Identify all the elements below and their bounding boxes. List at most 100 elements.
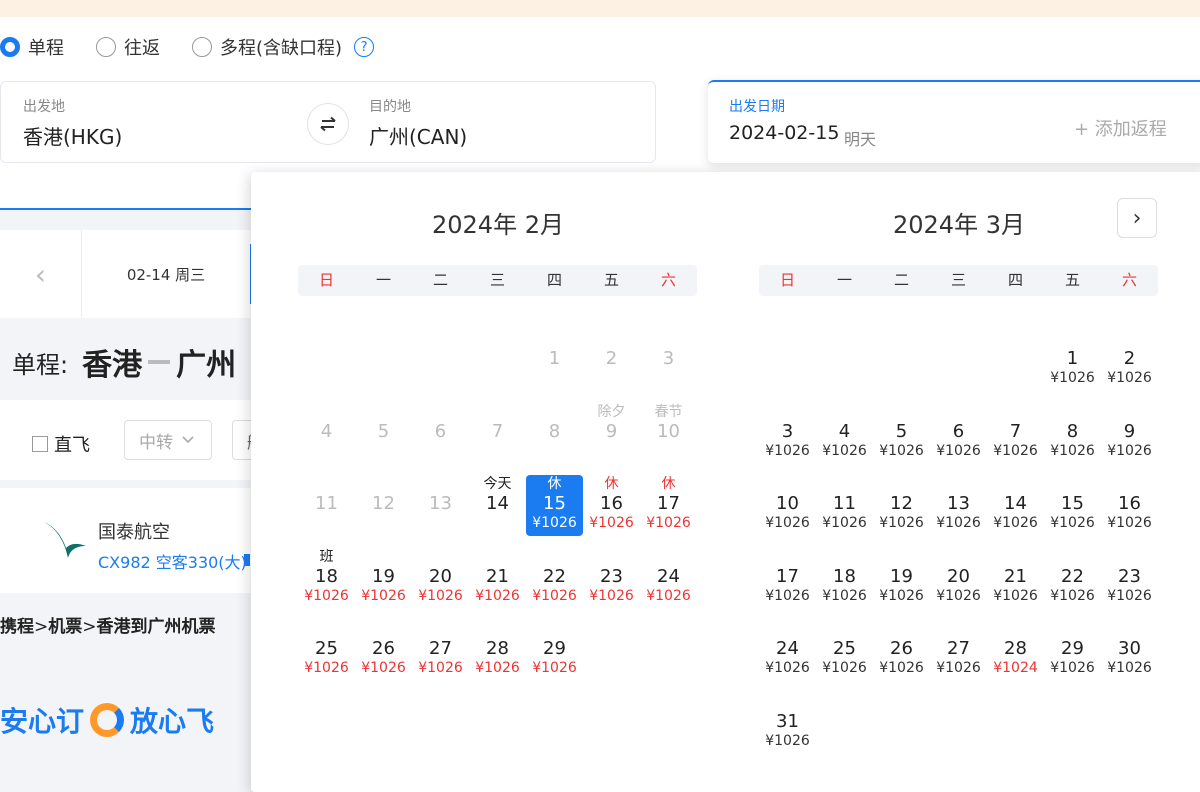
calendar-day[interactable]: 25 ¥1026 (816, 620, 873, 686)
calendar-day: 13 (412, 475, 469, 541)
calendar-day: 除夕 9 (583, 403, 640, 469)
calendar-day[interactable]: 25 ¥1026 (298, 620, 355, 686)
calendar-day[interactable]: 24 ¥1026 (759, 620, 816, 686)
date-strip: ‹ 02-14 周三 (0, 230, 252, 318)
calendar-day[interactable]: 17 ¥1026 (759, 548, 816, 614)
day-price: ¥1026 (879, 442, 924, 459)
calendar-day[interactable]: 19 ¥1026 (355, 548, 412, 614)
calendar-day[interactable]: 29 ¥1026 (526, 620, 583, 686)
calendar-day[interactable]: 22 ¥1026 (526, 548, 583, 614)
day-price: ¥1026 (1050, 442, 1095, 459)
destination-field[interactable]: 目的地 广州(CAN) (351, 82, 651, 162)
calendar-day[interactable]: 2 ¥1026 (1101, 330, 1158, 396)
radio-selected-icon (0, 37, 20, 57)
breadcrumb-current: 香港到广州机票 (96, 617, 216, 637)
calendar-day[interactable]: 1 ¥1026 (1044, 330, 1101, 396)
chevron-right-icon: › (1132, 205, 1142, 231)
day-number: 22 (543, 565, 566, 587)
calendar-day[interactable]: 今天 14 (469, 475, 526, 541)
calendar-day[interactable]: 20 ¥1026 (412, 548, 469, 614)
add-return-button[interactable]: + 添加返程 (1074, 115, 1167, 141)
day-price: ¥1026 (993, 515, 1038, 531)
calendar-day[interactable]: 10 ¥1026 (759, 475, 816, 541)
departure-date-field[interactable]: 出发日期 2024-02-15 明天 + 添加返程 (708, 80, 1200, 163)
radio-icon (96, 37, 116, 57)
day-note: 除夕 (597, 403, 626, 420)
calendar-day[interactable]: 14 ¥1026 (987, 475, 1044, 541)
breadcrumb-home[interactable]: 携程 (0, 617, 34, 637)
day-number: 20 (429, 565, 452, 587)
calendar-day[interactable]: 30 ¥1026 (1101, 620, 1158, 686)
calendar-day[interactable]: 9 ¥1026 (1101, 403, 1158, 469)
breadcrumb-flights[interactable]: 机票 (48, 617, 82, 637)
calendar-day[interactable]: 26 ¥1026 (355, 620, 412, 686)
day-price: ¥1026 (1107, 660, 1152, 676)
calendar-day[interactable]: 8 ¥1026 (1044, 403, 1101, 469)
day-price: ¥1026 (589, 587, 634, 604)
prev-date-button[interactable]: ‹ (0, 230, 82, 318)
day-price: ¥1026 (1050, 587, 1095, 604)
calendar-day[interactable]: 19 ¥1026 (873, 548, 930, 614)
calendar-day: 3 (640, 330, 697, 396)
calendar-day[interactable]: 班 18 ¥1026 (298, 548, 355, 614)
swap-button[interactable] (307, 103, 349, 145)
destination-value: 广州(CAN) (369, 125, 468, 149)
calendar-day[interactable]: 休 16 ¥1026 (583, 475, 640, 541)
day-price: ¥1026 (765, 587, 810, 604)
calendar-day[interactable]: 28 ¥1024 (987, 620, 1044, 686)
calendar-day[interactable]: 18 ¥1026 (816, 548, 873, 614)
day-number: 24 (657, 565, 680, 587)
day-price: ¥1026 (532, 660, 577, 676)
breadcrumb-separator: > (34, 617, 49, 637)
direct-only-checkbox[interactable]: 直飞 (32, 431, 90, 457)
calendar-day[interactable]: 24 ¥1026 (640, 548, 697, 614)
calendar-day[interactable]: 29 ¥1026 (1044, 620, 1101, 686)
transfer-dropdown[interactable]: 中转 (124, 420, 212, 460)
trip-type-roundtrip[interactable]: 往返 (96, 34, 160, 60)
route-title-prefix: 单程: (12, 350, 69, 379)
calendar-day[interactable]: 27 ¥1026 (412, 620, 469, 686)
day-number: 8 (1066, 420, 1079, 442)
calendar-day[interactable]: 23 ¥1026 (583, 548, 640, 614)
calendar-day[interactable]: 7 ¥1026 (987, 403, 1044, 469)
calendar-day[interactable]: 27 ¥1026 (930, 620, 987, 686)
origin-field[interactable]: 出发地 香港(HKG) (1, 82, 301, 162)
calendar-day[interactable]: 15 ¥1026 (1044, 475, 1101, 541)
calendar-day[interactable]: 26 ¥1026 (873, 620, 930, 686)
day-price: ¥1024 (993, 660, 1038, 676)
day-price: ¥1026 (1050, 515, 1095, 531)
day-number: 25 (315, 638, 338, 659)
next-month-button[interactable]: › (1117, 198, 1157, 238)
calendar-day[interactable]: 4 ¥1026 (816, 403, 873, 469)
calendar-day[interactable]: 16 ¥1026 (1101, 475, 1158, 541)
calendar-day[interactable]: 12 ¥1026 (873, 475, 930, 541)
day-number: 15 (1061, 493, 1084, 514)
weekday-label: 五 (1064, 271, 1080, 289)
calendar-day[interactable]: 3 ¥1026 (759, 403, 816, 469)
calendar-day[interactable]: 13 ¥1026 (930, 475, 987, 541)
weekday-header: 日一二三四五六 (298, 265, 697, 296)
day-number: 29 (1061, 638, 1084, 659)
calendar-day[interactable]: 11 ¥1026 (816, 475, 873, 541)
calendar-day-selected[interactable]: 休 15 ¥1026 (526, 475, 583, 536)
day-price: ¥1026 (822, 442, 867, 459)
flight-number-link[interactable]: CX982 空客330(大) (98, 549, 247, 573)
calendar-day[interactable]: 23 ¥1026 (1101, 548, 1158, 614)
trip-type-oneway[interactable]: 单程 (0, 34, 64, 60)
trip-type-label: 往返 (124, 38, 160, 59)
calendar-day[interactable]: 31 ¥1026 (759, 693, 816, 759)
calendar-day[interactable]: 20 ¥1026 (930, 548, 987, 614)
calendar-day[interactable]: 22 ¥1026 (1044, 548, 1101, 614)
trip-type-multicity[interactable]: 多程(含缺口程) (192, 34, 342, 60)
day-price: ¥1026 (304, 587, 349, 604)
date-strip-item[interactable]: 02-14 周三 (82, 230, 250, 318)
help-icon[interactable]: ? (354, 37, 375, 57)
calendar-day[interactable]: 21 ¥1026 (987, 548, 1044, 614)
departure-date-label: 出发日期 (729, 99, 785, 115)
calendar-day[interactable]: 21 ¥1026 (469, 548, 526, 614)
calendar-day[interactable]: 6 ¥1026 (930, 403, 987, 469)
calendar-day[interactable]: 5 ¥1026 (873, 403, 930, 469)
calendar-day[interactable]: 休 17 ¥1026 (640, 475, 697, 541)
day-number: 17 (776, 565, 799, 587)
calendar-day[interactable]: 28 ¥1026 (469, 620, 526, 686)
